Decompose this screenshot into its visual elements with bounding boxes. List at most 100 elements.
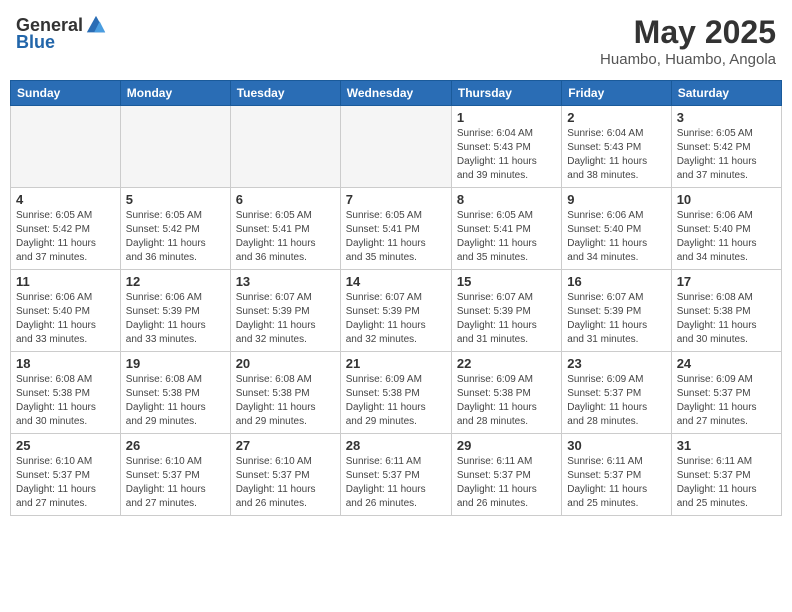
calendar-cell: 6Sunrise: 6:05 AM Sunset: 5:41 PM Daylig… [230,188,340,270]
day-number: 7 [346,192,446,207]
calendar-week-row: 11 Sunrise: 6:06 AM Sunset: 5:40 PM Dayli… [11,270,782,352]
calendar-cell: 21Sunrise: 6:09 AM Sunset: 5:38 PM Dayli… [340,352,451,434]
day-number: 4 [16,192,115,207]
day-number: 24 [677,356,776,371]
weekday-header: Tuesday [230,81,340,106]
calendar-cell: 1 Sunrise: 6:04 AM Sunset: 5:43 PM Daylig… [451,106,561,188]
weekday-header: Saturday [671,81,781,106]
day-number: 28 [346,438,446,453]
day-info: Sunrise: 6:06 AM Sunset: 5:39 PM Dayligh… [126,291,225,347]
weekday-header: Thursday [451,81,561,106]
day-number: 16 [567,274,665,289]
calendar-cell: 28Sunrise: 6:11 AM Sunset: 5:37 PM Dayli… [340,434,451,516]
weekday-header: Wednesday [340,81,451,106]
calendar-cell: 10 Sunrise: 6:06 AM Sunset: 5:40 PM Dayli… [671,188,781,270]
day-info: Sunrise: 6:09 AM Sunset: 5:37 PM Dayligh… [677,373,776,429]
day-number: 17 [677,274,776,289]
logo-icon [85,14,107,36]
calendar-week-row: 25 Sunrise: 6:10 AM Sunset: 5:37 PM Dayli… [11,434,782,516]
day-info: Sunrise: 6:05 AM Sunset: 5:42 PM Dayligh… [677,127,776,183]
day-number: 10 [677,192,776,207]
day-info: Sunrise: 6:05 AM Sunset: 5:41 PM Dayligh… [346,209,446,265]
calendar-cell: 15 Sunrise: 6:07 AM Sunset: 5:39 PM Dayli… [451,270,561,352]
calendar-cell: 18Sunrise: 6:08 AM Sunset: 5:38 PM Dayli… [11,352,121,434]
day-number: 8 [457,192,556,207]
weekday-header: Friday [562,81,671,106]
calendar-cell: 31 Sunrise: 6:11 AM Sunset: 5:37 PM Dayli… [671,434,781,516]
logo: General Blue [16,14,107,53]
calendar-cell: 12 Sunrise: 6:06 AM Sunset: 5:39 PM Dayli… [120,270,230,352]
calendar-cell [11,106,121,188]
day-number: 26 [126,438,225,453]
day-info: Sunrise: 6:08 AM Sunset: 5:38 PM Dayligh… [236,373,335,429]
calendar-cell: 20 Sunrise: 6:08 AM Sunset: 5:38 PM Dayli… [230,352,340,434]
calendar-week-row: 1 Sunrise: 6:04 AM Sunset: 5:43 PM Daylig… [11,106,782,188]
calendar-week-row: 4 Sunrise: 6:05 AM Sunset: 5:42 PM Daylig… [11,188,782,270]
day-info: Sunrise: 6:08 AM Sunset: 5:38 PM Dayligh… [126,373,225,429]
day-info: Sunrise: 6:08 AM Sunset: 5:38 PM Dayligh… [677,291,776,347]
calendar-cell: 14 Sunrise: 6:07 AM Sunset: 5:39 PM Dayli… [340,270,451,352]
day-number: 15 [457,274,556,289]
day-number: 22 [457,356,556,371]
calendar-cell: 29Sunrise: 6:11 AM Sunset: 5:37 PM Dayli… [451,434,561,516]
day-number: 18 [16,356,115,371]
day-number: 13 [236,274,335,289]
day-info: Sunrise: 6:11 AM Sunset: 5:37 PM Dayligh… [457,455,556,511]
day-info: Sunrise: 6:11 AM Sunset: 5:37 PM Dayligh… [677,455,776,511]
day-number: 31 [677,438,776,453]
calendar-week-row: 18 Sunrise: 6:08 AM Sunset: 5:38 PM Dayli… [11,352,782,434]
day-info: Sunrise: 6:06 AM Sunset: 5:40 PM Dayligh… [16,291,115,347]
day-info: Sunrise: 6:05 AM Sunset: 5:42 PM Dayligh… [126,209,225,265]
calendar-cell [340,106,451,188]
day-info: Sunrise: 6:04 AM Sunset: 5:43 PM Dayligh… [457,127,556,183]
day-info: Sunrise: 6:09 AM Sunset: 5:38 PM Dayligh… [346,373,446,429]
calendar-cell: 7 Sunrise: 6:05 AM Sunset: 5:41 PM Daylig… [340,188,451,270]
day-number: 11 [16,274,115,289]
day-number: 3 [677,110,776,125]
calendar-cell [120,106,230,188]
day-info: Sunrise: 6:10 AM Sunset: 5:37 PM Dayligh… [16,455,115,511]
calendar-cell: 2Sunrise: 6:04 AM Sunset: 5:43 PM Daylig… [562,106,671,188]
title-block: May 2025 Huambo, Huambo, Angola [600,14,776,68]
day-number: 30 [567,438,665,453]
calendar-cell: 19 Sunrise: 6:08 AM Sunset: 5:38 PM Dayli… [120,352,230,434]
calendar-cell: 16Sunrise: 6:07 AM Sunset: 5:39 PM Dayli… [562,270,671,352]
day-number: 23 [567,356,665,371]
day-info: Sunrise: 6:09 AM Sunset: 5:38 PM Dayligh… [457,373,556,429]
day-info: Sunrise: 6:06 AM Sunset: 5:40 PM Dayligh… [677,209,776,265]
day-number: 14 [346,274,446,289]
day-info: Sunrise: 6:06 AM Sunset: 5:40 PM Dayligh… [567,209,665,265]
day-info: Sunrise: 6:05 AM Sunset: 5:41 PM Dayligh… [236,209,335,265]
month-title: May 2025 [600,14,776,51]
day-info: Sunrise: 6:05 AM Sunset: 5:41 PM Dayligh… [457,209,556,265]
day-info: Sunrise: 6:09 AM Sunset: 5:37 PM Dayligh… [567,373,665,429]
day-info: Sunrise: 6:04 AM Sunset: 5:43 PM Dayligh… [567,127,665,183]
calendar-cell: 3 Sunrise: 6:05 AM Sunset: 5:42 PM Daylig… [671,106,781,188]
location: Huambo, Huambo, Angola [600,51,776,68]
calendar-table: SundayMondayTuesdayWednesdayThursdayFrid… [10,80,782,516]
day-number: 27 [236,438,335,453]
weekday-header: Sunday [11,81,121,106]
calendar-cell: 5 Sunrise: 6:05 AM Sunset: 5:42 PM Daylig… [120,188,230,270]
day-number: 20 [236,356,335,371]
calendar-cell: 8 Sunrise: 6:05 AM Sunset: 5:41 PM Daylig… [451,188,561,270]
calendar-cell: 23 Sunrise: 6:09 AM Sunset: 5:37 PM Dayli… [562,352,671,434]
day-number: 25 [16,438,115,453]
day-info: Sunrise: 6:07 AM Sunset: 5:39 PM Dayligh… [457,291,556,347]
calendar-cell: 22 Sunrise: 6:09 AM Sunset: 5:38 PM Dayli… [451,352,561,434]
day-info: Sunrise: 6:10 AM Sunset: 5:37 PM Dayligh… [126,455,225,511]
day-number: 5 [126,192,225,207]
calendar-cell: 27 Sunrise: 6:10 AM Sunset: 5:37 PM Dayli… [230,434,340,516]
day-info: Sunrise: 6:07 AM Sunset: 5:39 PM Dayligh… [346,291,446,347]
calendar-cell: 26 Sunrise: 6:10 AM Sunset: 5:37 PM Dayli… [120,434,230,516]
day-number: 19 [126,356,225,371]
calendar-cell: 11 Sunrise: 6:06 AM Sunset: 5:40 PM Dayli… [11,270,121,352]
day-number: 12 [126,274,225,289]
day-info: Sunrise: 6:07 AM Sunset: 5:39 PM Dayligh… [236,291,335,347]
day-number: 9 [567,192,665,207]
day-info: Sunrise: 6:10 AM Sunset: 5:37 PM Dayligh… [236,455,335,511]
calendar-cell: 30Sunrise: 6:11 AM Sunset: 5:37 PM Dayli… [562,434,671,516]
day-number: 1 [457,110,556,125]
calendar-cell: 4Sunrise: 6:05 AM Sunset: 5:42 PM Daylig… [11,188,121,270]
weekday-header: Monday [120,81,230,106]
